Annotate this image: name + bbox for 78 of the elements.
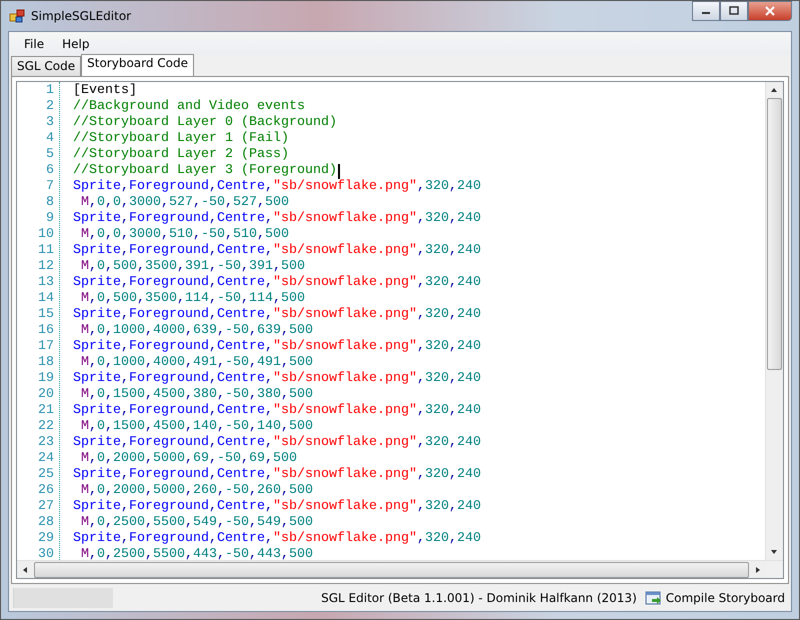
status-text: SGL Editor (Beta 1.1.001) - Dominik Halfkann (2013) <box>321 591 637 605</box>
code-line: M,0,1500,4500,380,-50,380,500 <box>80 387 313 403</box>
compile-button[interactable]: Compile Storyboard <box>642 590 787 606</box>
code-line: M,0,0,3000,510,-50,510,500 <box>80 227 289 243</box>
line-number: 7 <box>45 179 55 195</box>
line-number: 1 <box>45 83 55 99</box>
code-line: Sprite,Foreground,Centre,"sb/snowflake.png",320,240 <box>73 531 481 547</box>
line-number: 23 <box>37 435 55 451</box>
line-number: 16 <box>37 323 55 339</box>
line-number: 10 <box>37 227 55 243</box>
code-line: //Storyboard Layer 2 (Pass) <box>73 147 289 163</box>
code-line: //Storyboard Layer 0 (Background) <box>73 115 337 131</box>
scroll-thumb[interactable] <box>767 98 782 370</box>
menu-item[interactable]: Help <box>53 34 98 52</box>
line-number: 13 <box>37 275 55 291</box>
line-number: 24 <box>37 451 55 467</box>
vertical-scrollbar[interactable] <box>765 82 783 560</box>
code-line: //Storyboard Layer 1 (Fail) <box>73 131 289 147</box>
code-line: //Background and Video events <box>73 99 305 115</box>
code-line: M,0,1000,4000,639,-50,639,500 <box>80 323 313 339</box>
line-number: 17 <box>37 339 55 355</box>
code-line: M,0,2500,5500,443,-50,443,500 <box>80 547 313 560</box>
code-line: M,0,2500,5500,549,-50,549,500 <box>80 515 313 531</box>
code-line: Sprite,Foreground,Centre,"sb/snowflake.png",320,240 <box>73 403 481 419</box>
line-number: 26 <box>37 483 55 499</box>
window-title: SimpleSGLEditor <box>31 9 132 23</box>
tab[interactable]: SGL Code <box>11 56 82 76</box>
code-line: M,0,500,3500,391,-50,391,500 <box>80 259 305 275</box>
line-number: 25 <box>37 467 55 483</box>
code-line: Sprite,Foreground,Centre,"sb/snowflake.png",320,240 <box>73 275 481 291</box>
line-number: 29 <box>37 531 55 547</box>
line-number: 28 <box>37 515 55 531</box>
maximize-icon <box>728 6 740 16</box>
code-line: Sprite,Foreground,Centre,"sb/snowflake.png",320,240 <box>73 243 481 259</box>
code-line: Sprite,Foreground,Centre,"sb/snowflake.png",320,240 <box>73 179 481 195</box>
line-number: 14 <box>37 291 55 307</box>
code-line: Sprite,Foreground,Centre,"sb/snowflake.png",320,240 <box>73 307 481 323</box>
line-number: 20 <box>37 387 55 403</box>
code-line: M,0,1000,4000,491,-50,491,500 <box>80 355 313 371</box>
line-number: 4 <box>45 131 55 147</box>
code-line: //Storyboard Layer 3 (Foreground) <box>73 163 337 179</box>
line-number: 6 <box>45 163 55 179</box>
scroll-thumb[interactable] <box>34 562 749 578</box>
code-line: Sprite,Foreground,Centre,"sb/snowflake.png",320,240 <box>73 499 481 515</box>
code-line: M,0,2000,5000,69,-50,69,500 <box>80 451 297 467</box>
line-number: 5 <box>45 147 55 163</box>
code-line: M,0,0,3000,527,-50,527,500 <box>80 195 289 211</box>
line-number: 22 <box>37 419 55 435</box>
maximize-button[interactable] <box>720 1 748 21</box>
code-line: Sprite,Foreground,Centre,"sb/snowflake.png",320,240 <box>73 371 481 387</box>
compile-icon <box>644 590 663 606</box>
code-line: M,0,2000,5000,260,-50,260,500 <box>80 483 313 499</box>
tab[interactable]: Storyboard Code <box>81 54 194 76</box>
line-number: 30 <box>37 547 55 560</box>
code-line: Sprite,Foreground,Centre,"sb/snowflake.png",320,240 <box>73 435 481 451</box>
line-number: 12 <box>37 259 55 275</box>
line-number: 11 <box>37 243 55 259</box>
line-number: 8 <box>45 195 55 211</box>
close-icon <box>764 6 776 16</box>
line-number: 18 <box>37 355 55 371</box>
line-number: 21 <box>37 403 55 419</box>
minimize-button[interactable] <box>692 1 720 21</box>
code-line: [Events] <box>73 83 137 99</box>
line-number: 15 <box>37 307 55 323</box>
code-line: Sprite,Foreground,Centre,"sb/snowflake.png",320,240 <box>73 339 481 355</box>
code-line: Sprite,Foreground,Centre,"sb/snowflake.png",320,240 <box>73 467 481 483</box>
menu-item[interactable]: File <box>15 34 54 52</box>
horizontal-scrollbar[interactable] <box>17 560 783 578</box>
line-number: 19 <box>37 371 55 387</box>
app-icon <box>9 8 25 24</box>
code-line: M,0,500,3500,114,-50,114,500 <box>80 291 305 307</box>
code-line: M,0,1500,4500,140,-50,140,500 <box>80 419 313 435</box>
line-number: 9 <box>45 211 55 227</box>
line-number: 27 <box>37 499 55 515</box>
close-button[interactable] <box>748 1 792 21</box>
line-number: 3 <box>45 115 55 131</box>
code-line: Sprite,Foreground,Centre,"sb/snowflake.png",320,240 <box>73 211 481 227</box>
line-number: 2 <box>45 99 55 115</box>
